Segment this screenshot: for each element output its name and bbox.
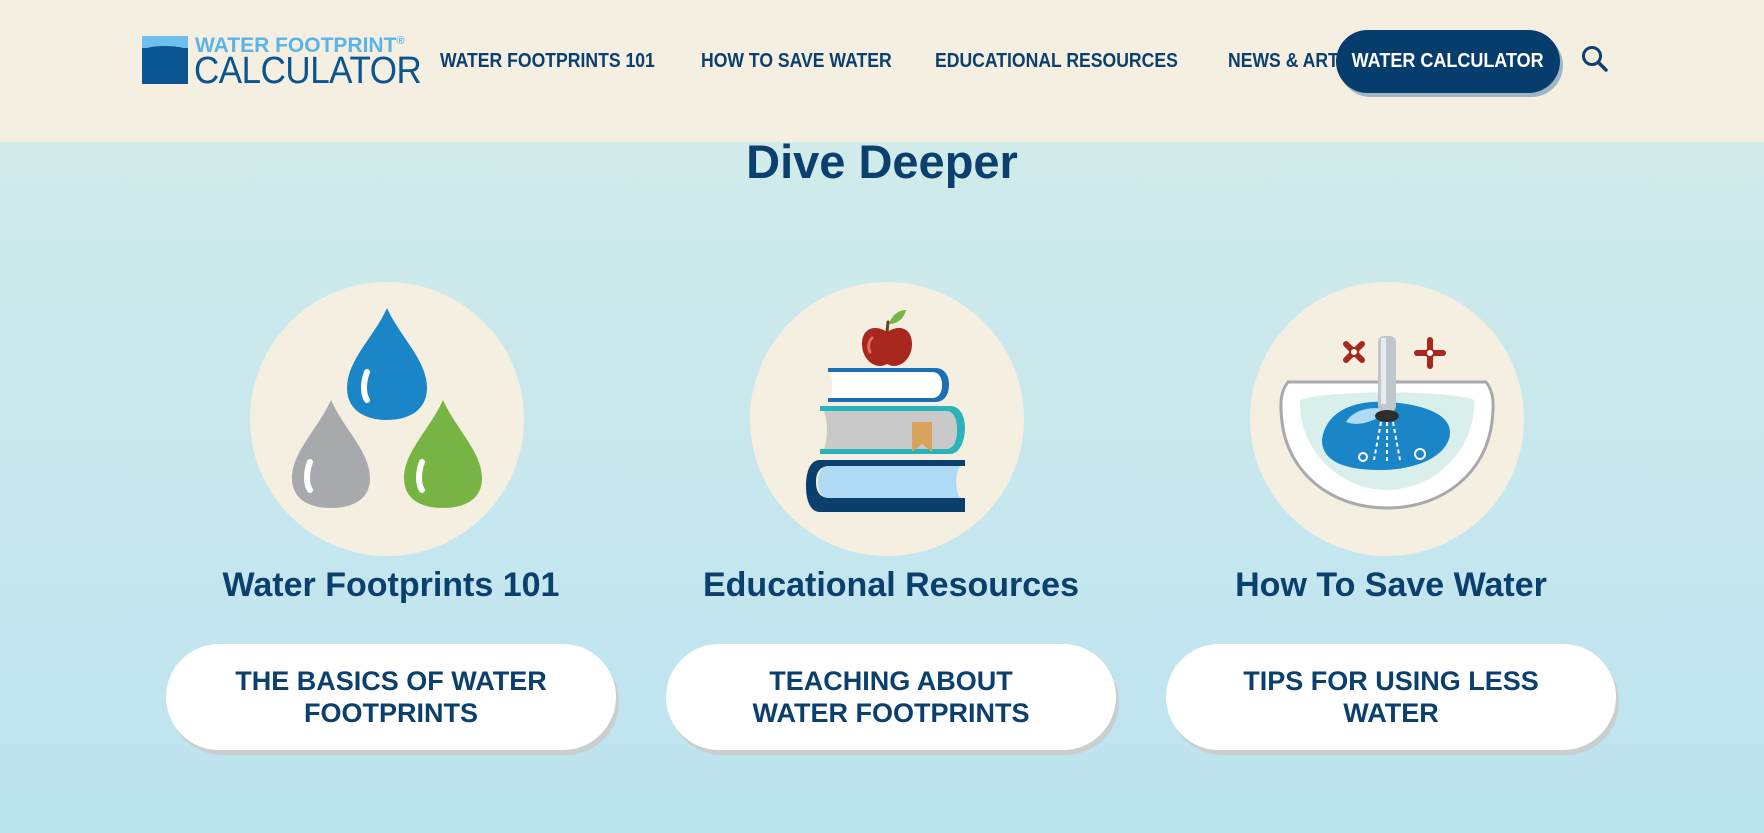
nav-item-water-footprints-101[interactable]: WATER FOOTPRINTS 101 [440,50,655,73]
card-button-label: TIPS FOR USING LESS WATER [1243,666,1539,728]
card-icon-circle [250,282,524,556]
nav-item-how-to-save-water[interactable]: HOW TO SAVE WATER [701,50,892,73]
logo-mark-icon [142,36,188,84]
section-title: Dive Deeper [746,135,1018,188]
water-calculator-button[interactable]: WATER CALCULATOR [1336,30,1560,93]
sink-faucet-icon [1279,336,1495,510]
basics-of-water-footprints-button[interactable]: THE BASICS OF WATER FOOTPRINTS [166,644,616,750]
card-title: How To Save Water [1235,566,1547,604]
card-educational-resources: Educational Resources TEACHING ABOUT WAT… [666,282,1116,752]
water-drops-icon [292,308,482,508]
tips-for-using-less-water-button[interactable]: TIPS FOR USING LESS WATER [1166,644,1616,750]
card-icon-circle [750,282,1024,556]
card-water-footprints-101: Water Footprints 101 THE BASICS OF WATER… [166,282,616,752]
card-title: Water Footprints 101 [222,566,560,604]
card-icon-circle [1250,282,1524,556]
water-calculator-label: WATER CALCULATOR [1352,50,1544,72]
card-button-label: THE BASICS OF WATER FOOTPRINTS [235,666,547,728]
card-how-to-save-water: How To Save Water TIPS FOR USING LESS WA… [1166,282,1616,752]
nav-item-educational-resources[interactable]: EDUCATIONAL RESOURCES [935,50,1178,73]
logo-bottom-text: CALCULATOR [194,50,422,92]
card-button-label: TEACHING ABOUT WATER FOOTPRINTS [752,666,1030,728]
registered-mark: ® [396,35,405,47]
search-icon[interactable] [1580,44,1610,74]
card-title: Educational Resources [702,566,1079,604]
books-apple-icon [806,310,965,512]
site-logo[interactable]: WATER FOOTPRINT® CALCULATOR [142,34,422,92]
site-header: WATER FOOTPRINT® CALCULATOR WATER FOOTPR… [0,0,1764,142]
main-nav: WATER FOOTPRINTS 101 HOW TO SAVE WATER E… [440,46,1413,76]
teaching-about-water-footprints-button[interactable]: TEACHING ABOUT WATER FOOTPRINTS [666,644,1116,750]
